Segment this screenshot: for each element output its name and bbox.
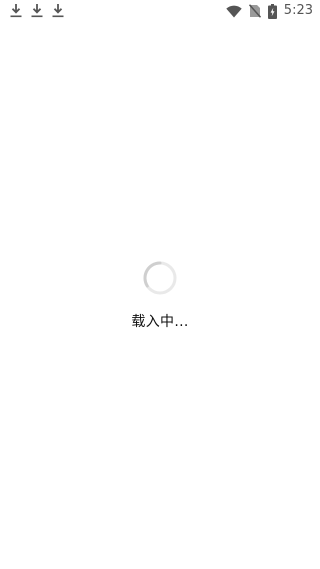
loading-text: 载入中... xyxy=(131,314,189,330)
screen: 5:23 载入中... xyxy=(0,0,320,569)
no-sim-icon xyxy=(248,4,261,18)
notification-icons xyxy=(10,3,64,18)
download-icon xyxy=(31,4,43,18)
battery-charging-icon xyxy=(267,3,277,19)
download-icon xyxy=(10,4,22,18)
status-time: 5:23 xyxy=(283,3,313,18)
wifi-icon xyxy=(226,5,242,17)
download-icon xyxy=(52,4,64,18)
system-status: 5:23 xyxy=(226,3,313,19)
status-bar: 5:23 xyxy=(0,0,320,22)
loading-spinner xyxy=(143,261,177,295)
